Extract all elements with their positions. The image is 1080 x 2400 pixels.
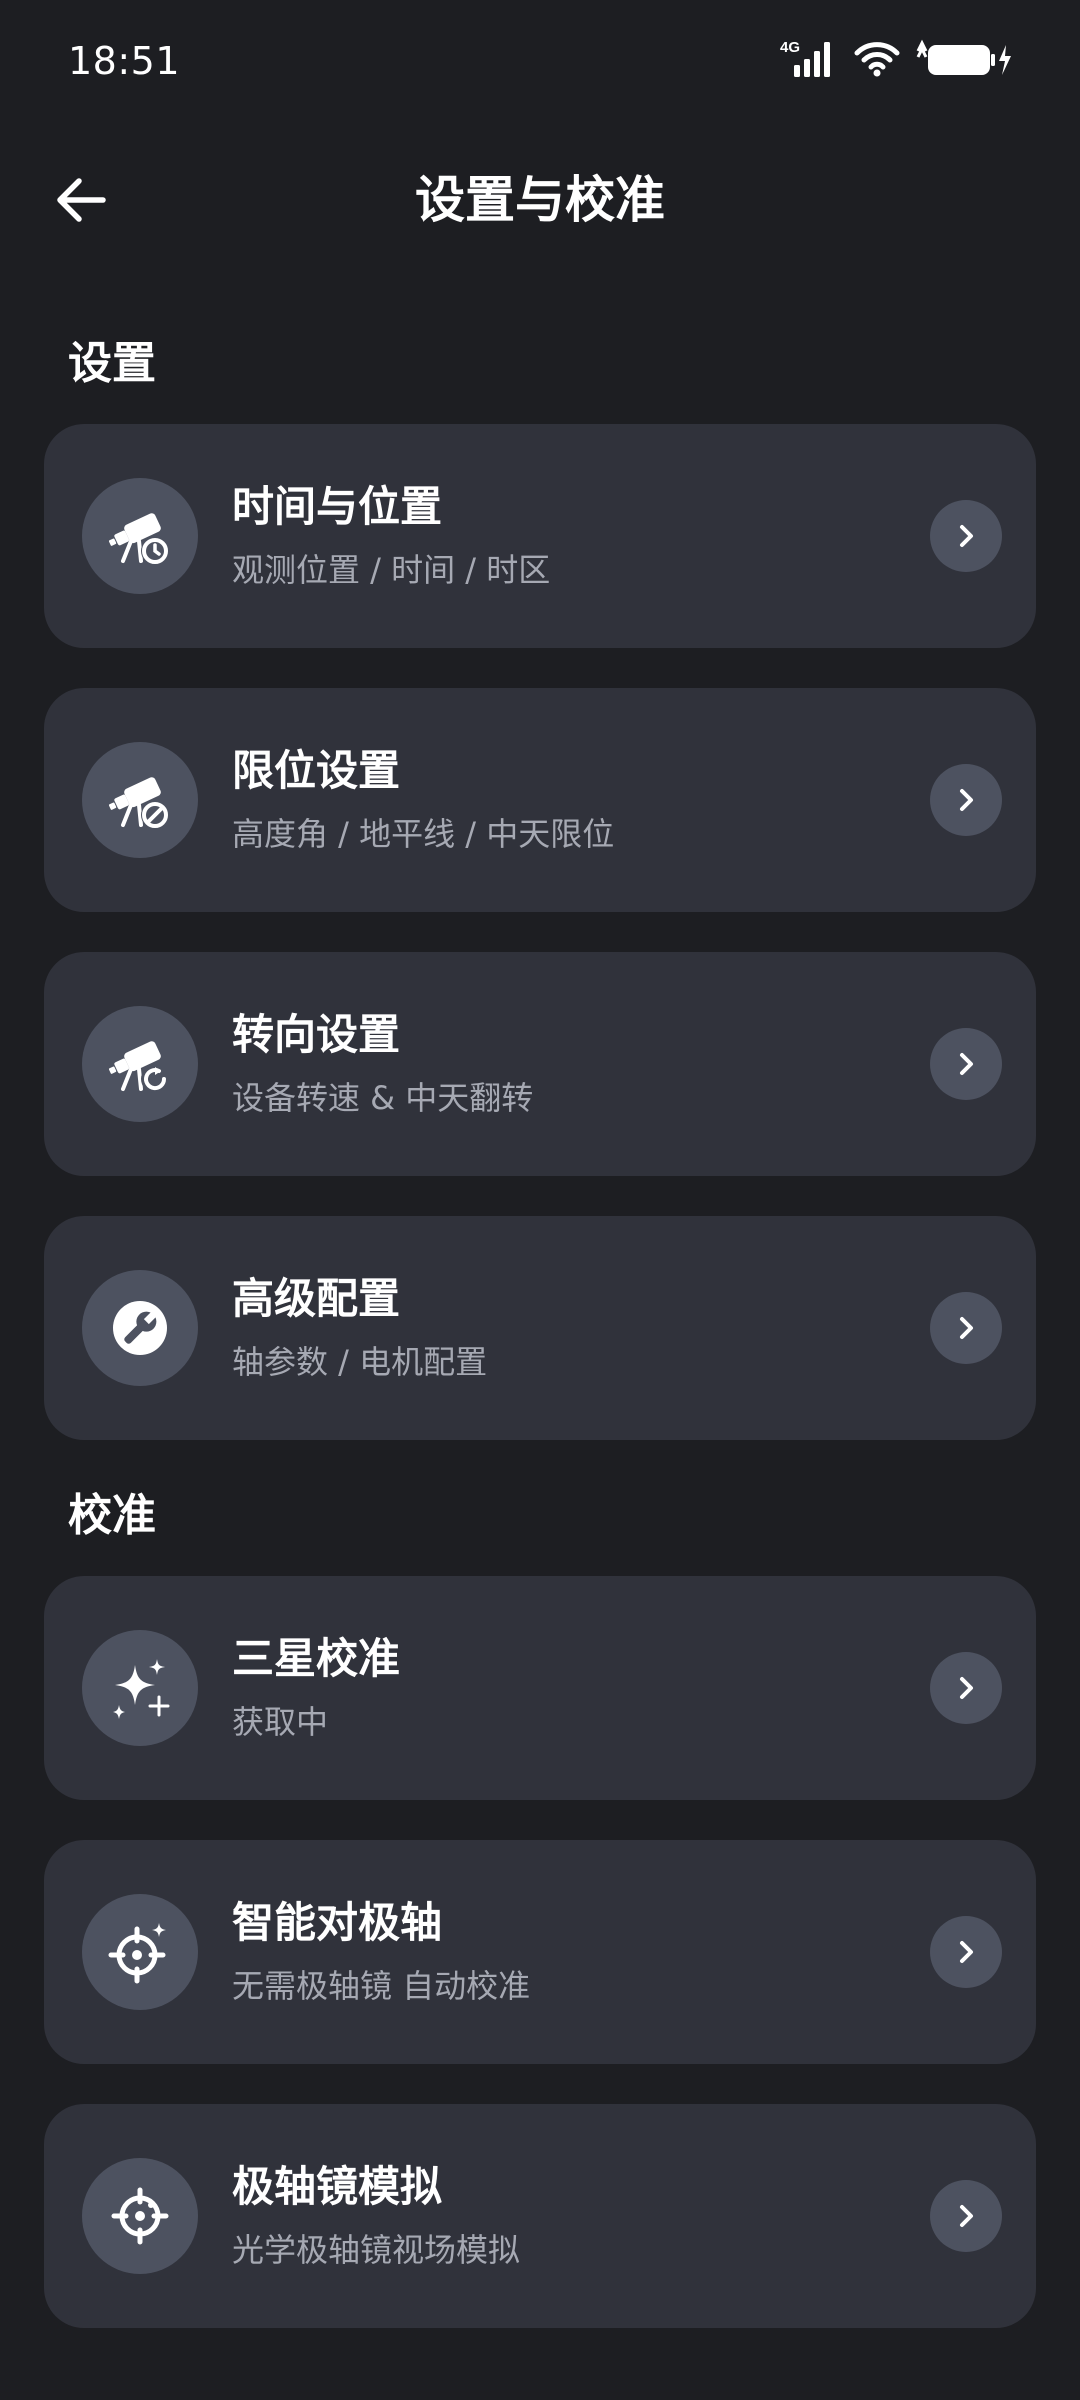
card-subtitle: 轴参数 / 电机配置 (232, 1343, 488, 1381)
chevron-right-icon (960, 789, 973, 811)
card-subtitle: 高度角 / 地平线 / 中天限位 (232, 815, 615, 853)
calibration-item-three-star[interactable]: 三星校准 获取中 (44, 1576, 1036, 1800)
sparkle-icon (113, 1659, 170, 1719)
settings-item-time-location[interactable]: 时间与位置 观测位置 / 时间 / 时区 (44, 424, 1036, 648)
section-label-settings: 设置 (68, 338, 156, 389)
card-subtitle: 无需极轴镜 自动校准 (232, 1967, 531, 2005)
card-subtitle: 光学极轴镜视场模拟 (232, 2231, 521, 2269)
section-label-calibration: 校准 (68, 1490, 156, 1541)
calibration-item-polar-scope[interactable]: 极轴镜模拟 光学极轴镜视场模拟 (44, 2104, 1036, 2328)
card-icon-circle (82, 1630, 198, 1746)
wifi-icon (854, 42, 900, 77)
open-button[interactable] (930, 1292, 1002, 1364)
chevron-right-icon (960, 1317, 973, 1339)
telescope-rotate-icon (108, 1041, 169, 1093)
smart-crosshair-icon (108, 1923, 166, 1984)
card-icon-circle (82, 1270, 198, 1386)
status-icons: 4G (780, 36, 1014, 82)
chevron-right-icon (960, 1941, 973, 1963)
telescope-clock-icon (108, 513, 169, 565)
card-icon-circle (82, 1006, 198, 1122)
crosshair-icon (111, 2187, 169, 2245)
card-icon-circle (82, 1894, 198, 2010)
card-title: 高级配置 (232, 1274, 401, 1323)
chevron-right-icon (960, 525, 973, 547)
card-icon-circle (82, 478, 198, 594)
open-button[interactable] (930, 1652, 1002, 1724)
card-icon-circle (82, 2158, 198, 2274)
card-title: 智能对极轴 (232, 1898, 443, 1947)
status-time: 18:51 (68, 39, 181, 83)
open-button[interactable] (930, 1028, 1002, 1100)
card-title: 时间与位置 (232, 482, 443, 531)
card-title: 三星校准 (232, 1634, 401, 1683)
card-title: 转向设置 (232, 1010, 401, 1059)
open-button[interactable] (930, 2180, 1002, 2252)
card-subtitle: 设备转速 & 中天翻转 (232, 1079, 534, 1117)
open-button[interactable] (930, 764, 1002, 836)
settings-item-advanced[interactable]: 高级配置 轴参数 / 电机配置 (44, 1216, 1036, 1440)
settings-item-slew[interactable]: 转向设置 设备转速 & 中天翻转 (44, 952, 1036, 1176)
chevron-right-icon (960, 1053, 973, 1075)
network-type: 4G (780, 39, 800, 56)
chevron-right-icon (960, 2205, 973, 2227)
open-button[interactable] (930, 1916, 1002, 1988)
battery-icon (916, 39, 1011, 75)
open-button[interactable] (930, 500, 1002, 572)
status-bar: 18:51 4G (0, 0, 1080, 120)
app-header: 设置与校准 (0, 150, 1080, 250)
card-title: 限位设置 (232, 746, 401, 795)
card-title: 极轴镜模拟 (232, 2162, 443, 2211)
card-subtitle: 获取中 (232, 1703, 329, 1741)
card-subtitle: 观测位置 / 时间 / 时区 (232, 551, 551, 589)
telescope-limit-icon (108, 777, 169, 829)
calibration-item-smart-polar[interactable]: 智能对极轴 无需极轴镜 自动校准 (44, 1840, 1036, 2064)
card-icon-circle (82, 742, 198, 858)
settings-item-limits[interactable]: 限位设置 高度角 / 地平线 / 中天限位 (44, 688, 1036, 912)
signal-icon: 4G (780, 39, 830, 77)
wrench-icon (113, 1301, 167, 1355)
page-title: 设置与校准 (415, 171, 665, 229)
chevron-right-icon (960, 1677, 973, 1699)
